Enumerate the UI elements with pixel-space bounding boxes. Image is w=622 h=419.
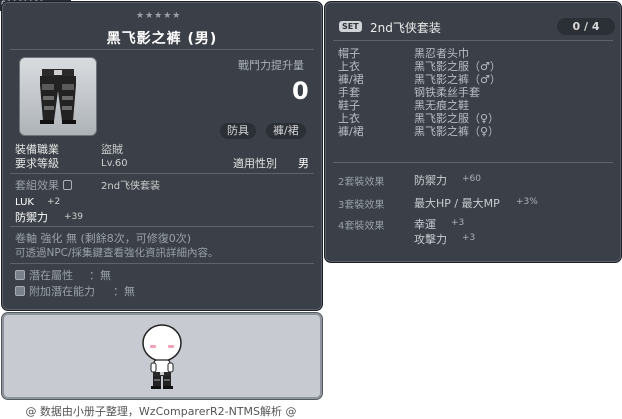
additional-potential-bullet-icon bbox=[15, 286, 25, 296]
npc-note: 可透過NPC/採集鍵查看強化資訊詳細內容。 bbox=[15, 247, 219, 259]
item-icon-frame bbox=[19, 57, 97, 136]
divider bbox=[333, 40, 613, 41]
star-rating: ★★★★★ bbox=[136, 11, 182, 21]
lock-icon bbox=[63, 180, 72, 190]
set-effect-4-value-attack: +3 bbox=[462, 233, 476, 243]
item-title: 黑飞影之裤 (男) bbox=[106, 31, 218, 47]
stat-value-defense: +39 bbox=[64, 212, 83, 222]
set-effect-4-label: 4套裝效果 bbox=[338, 221, 385, 232]
divider bbox=[10, 49, 314, 50]
level-label: 要求等級 bbox=[15, 157, 59, 170]
set-count: 0 / 4 bbox=[557, 18, 615, 35]
set-effect-2-value: +60 bbox=[462, 174, 481, 184]
set-effect-4-stat-luck: 幸運 bbox=[414, 218, 436, 231]
item-tooltip-panel: ★★★★★ 黑飞影之裤 (男) 戰鬥力提升量 0 防具 褲/裙 裝備職業 盜賊 … bbox=[1, 1, 323, 311]
set-effect-4-stat-attack: 攻擊力 bbox=[414, 233, 447, 246]
additional-potential-value: ：無 bbox=[113, 285, 135, 298]
potential-bullet-icon bbox=[15, 270, 25, 280]
job-value: 盜賊 bbox=[101, 143, 123, 156]
stat-value-luk: +2 bbox=[47, 197, 61, 207]
set-effect-label: 套組效果 bbox=[15, 179, 72, 192]
footer-credit: @ 数据由小册子整理，WzComparerR2-NTMS解析 @ bbox=[25, 405, 297, 418]
divider bbox=[10, 263, 314, 264]
set-name: 2nd飞侠套装 bbox=[370, 21, 441, 35]
gender-value: 男 bbox=[298, 157, 309, 170]
set-effect-value: 2nd飞侠套装 bbox=[101, 181, 161, 192]
set-effect-2-label: 2套裝效果 bbox=[338, 177, 385, 188]
attack-increase-label: 戰鬥力提升量 bbox=[238, 59, 304, 72]
divider bbox=[10, 226, 314, 227]
potential-row: 潛在屬性 bbox=[15, 269, 73, 282]
set-effect-4-value-luck: +3 bbox=[451, 218, 465, 228]
stat-name-defense: 防禦力 bbox=[15, 211, 48, 224]
scroll-info: 卷軸 強化 無 (剩餘8次，可修復0次) bbox=[15, 232, 192, 245]
set-effect-label-text: 套組效果 bbox=[15, 179, 59, 192]
divider bbox=[10, 173, 314, 174]
set-effect-3-label: 3套裝效果 bbox=[338, 200, 385, 211]
set-effect-3-value: +3% bbox=[516, 197, 538, 207]
character-avatar bbox=[142, 324, 182, 389]
set-info-panel: SET 2nd飞侠套装 0 / 4 帽子 黑忍者头巾 上衣 黑飞影之服（♂） 褲… bbox=[324, 1, 622, 263]
potential-label: 潛在屬性 bbox=[29, 269, 73, 282]
set-item: 黑飞影之裤（♀） bbox=[414, 125, 500, 138]
set-effect-3-stat: 最大HP / 最大MP bbox=[414, 197, 500, 210]
additional-potential-label: 附加潛在能力 bbox=[29, 285, 95, 298]
level-value: Lv.60 bbox=[101, 158, 128, 169]
stat-name-luk: LUK bbox=[15, 197, 34, 208]
character-preview-panel bbox=[1, 312, 323, 400]
divider bbox=[333, 162, 613, 163]
category-pill-pants: 褲/裙 bbox=[266, 123, 306, 139]
job-label: 裝備職業 bbox=[15, 143, 59, 156]
set-badge: SET bbox=[339, 21, 362, 32]
category-pill-armor: 防具 bbox=[220, 123, 256, 139]
pants-icon bbox=[40, 69, 76, 124]
attack-increase-value: 0 bbox=[292, 77, 309, 105]
set-effect-2-stat: 防禦力 bbox=[414, 174, 447, 187]
potential-value: ：無 bbox=[89, 269, 111, 282]
set-slot: 褲/裙 bbox=[338, 125, 364, 138]
gender-label: 適用性別 bbox=[233, 157, 277, 170]
additional-potential-row: 附加潛在能力 bbox=[15, 285, 95, 298]
